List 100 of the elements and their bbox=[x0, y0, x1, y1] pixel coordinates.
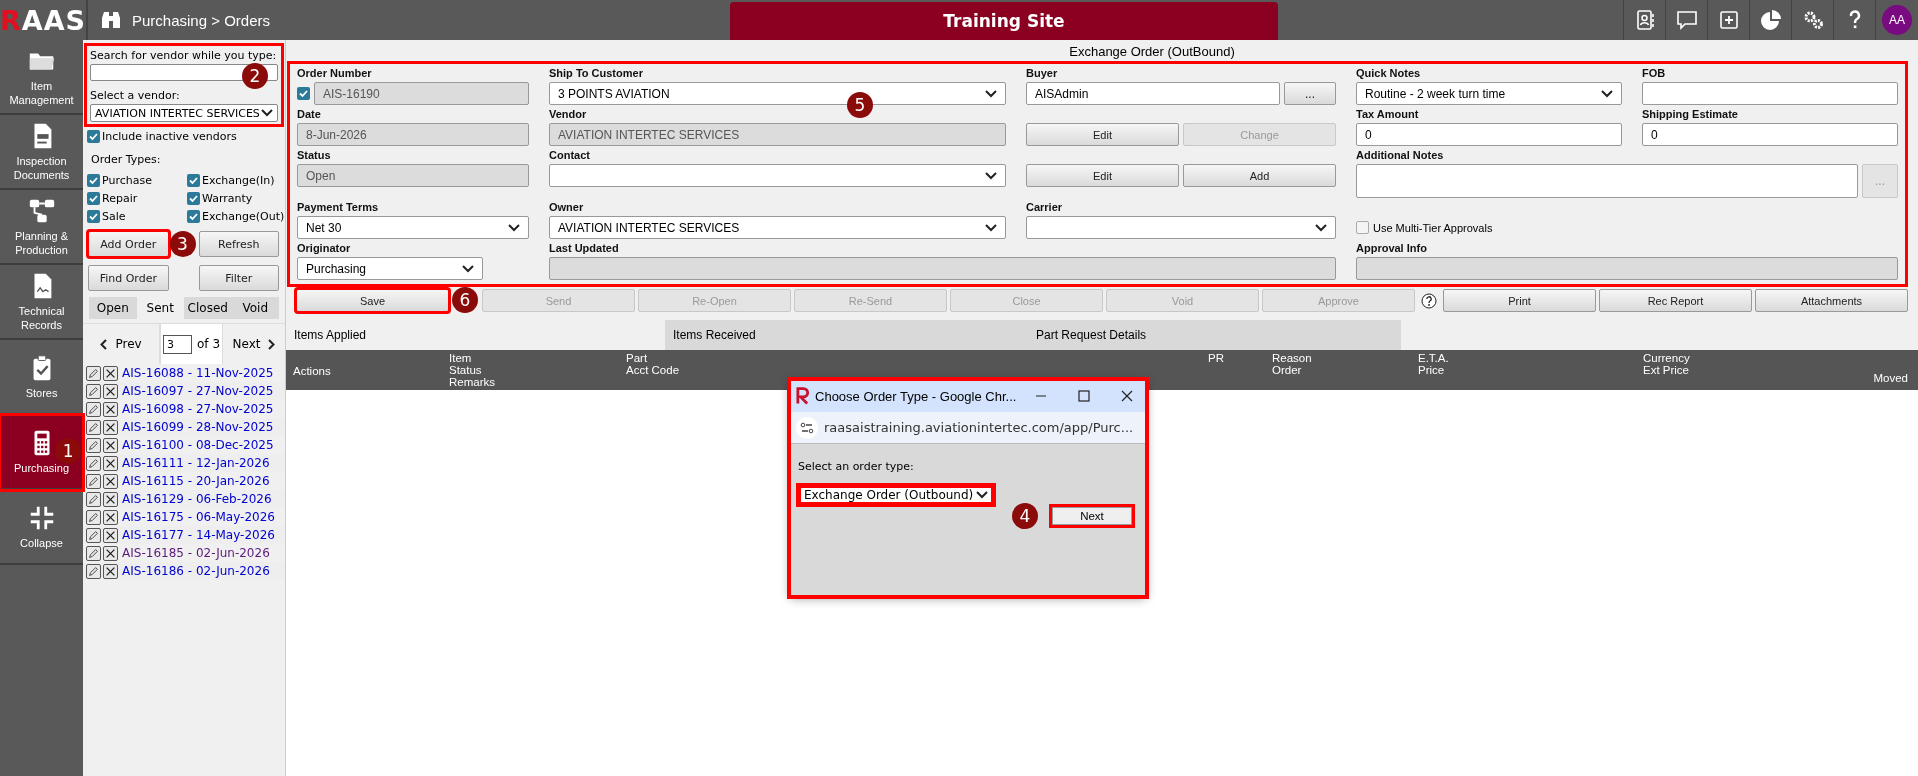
panel-button[interactable]: Add Order bbox=[88, 231, 169, 257]
pencil-icon[interactable] bbox=[86, 509, 102, 525]
chat-icon[interactable] bbox=[1675, 9, 1698, 31]
next-button[interactable]: Next bbox=[1052, 507, 1132, 525]
cross-icon[interactable] bbox=[103, 509, 119, 525]
cross-icon[interactable] bbox=[103, 455, 119, 471]
site-settings-icon[interactable] bbox=[796, 416, 818, 439]
pencil-icon[interactable] bbox=[86, 419, 102, 435]
order-link[interactable]: AIS-16175 - 06-May-2026 bbox=[120, 510, 275, 524]
order-link[interactable]: AIS-16097 - 27-Nov-2025 bbox=[120, 384, 274, 398]
vendor-search-field[interactable] bbox=[90, 64, 278, 81]
approval-info-field[interactable] bbox=[1356, 257, 1898, 280]
close-icon[interactable] bbox=[1121, 390, 1134, 402]
column-header: Currency bbox=[1643, 352, 1691, 364]
vendor-select[interactable]: AVIATION INTERTEC SERVICES bbox=[90, 104, 278, 122]
fob-field[interactable] bbox=[1642, 82, 1898, 105]
checkbox-label: Exchange(Out) bbox=[202, 210, 285, 223]
notes-field[interactable] bbox=[1356, 164, 1858, 198]
order-link[interactable]: AIS-16185 - 02-Jun-2026 bbox=[120, 546, 270, 560]
pie-chart-icon[interactable] bbox=[1759, 9, 1782, 31]
quick-notes-select[interactable]: Routine - 2 week turn time bbox=[1356, 82, 1622, 105]
checkbox[interactable] bbox=[87, 174, 101, 187]
order-link[interactable]: AIS-16177 - 14-May-2026 bbox=[120, 528, 275, 542]
contact-select[interactable] bbox=[549, 164, 1006, 187]
column-header: Price bbox=[1418, 364, 1446, 376]
report-button[interactable]: Attachments bbox=[1755, 289, 1908, 312]
buyer-field[interactable]: AISAdmin bbox=[1026, 82, 1280, 105]
shipping-estimate-field[interactable]: 0 bbox=[1642, 123, 1898, 146]
detail-tab[interactable]: Part Request Details bbox=[1028, 320, 1401, 350]
cross-icon[interactable] bbox=[103, 545, 119, 561]
order-link[interactable]: AIS-16098 - 27-Nov-2025 bbox=[120, 402, 274, 416]
prev-button[interactable]: Prev bbox=[100, 337, 142, 351]
form-button[interactable]: Edit bbox=[1026, 123, 1179, 146]
last-updated-field[interactable] bbox=[549, 257, 1336, 280]
cross-icon[interactable] bbox=[103, 563, 119, 579]
user-avatar[interactable]: AA bbox=[1882, 5, 1912, 35]
report-button[interactable]: Rec Report bbox=[1599, 289, 1752, 312]
site-banner: Training Site bbox=[730, 2, 1278, 40]
panel-button[interactable]: Refresh bbox=[198, 231, 279, 257]
date-field[interactable]: 8-Jun-2026 bbox=[297, 123, 529, 146]
cross-icon[interactable] bbox=[103, 473, 119, 489]
order-link[interactable]: AIS-16186 - 02-Jun-2026 bbox=[120, 564, 270, 578]
carrier-select[interactable] bbox=[1026, 216, 1336, 239]
step-badge: 1 bbox=[55, 438, 82, 464]
order-link[interactable]: AIS-16115 - 20-Jan-2026 bbox=[120, 474, 270, 488]
pencil-icon[interactable] bbox=[86, 491, 102, 507]
pencil-icon[interactable] bbox=[86, 563, 102, 579]
browse-button[interactable]: ... bbox=[1284, 82, 1336, 105]
checkbox[interactable] bbox=[1356, 221, 1369, 234]
payment-terms-select[interactable]: Net 30 bbox=[297, 216, 529, 239]
pencil-icon[interactable] bbox=[86, 527, 102, 543]
cross-icon[interactable] bbox=[103, 383, 119, 399]
pencil-icon[interactable] bbox=[86, 545, 102, 561]
checkbox[interactable] bbox=[297, 87, 310, 100]
nav-item[interactable]: Purchasing 1 bbox=[0, 415, 84, 490]
panel-button[interactable]: Filter bbox=[198, 265, 279, 291]
pencil-icon[interactable] bbox=[86, 401, 102, 417]
pencil-icon[interactable] bbox=[86, 473, 102, 489]
cross-icon[interactable] bbox=[103, 419, 119, 435]
add-icon[interactable] bbox=[1717, 9, 1740, 31]
maximize-icon[interactable] bbox=[1078, 390, 1091, 402]
field-label: Quick Notes bbox=[1356, 67, 1422, 80]
checkbox[interactable] bbox=[87, 192, 101, 205]
form-button[interactable]: Add bbox=[1183, 164, 1336, 187]
panel-button[interactable]: Find Order bbox=[88, 265, 169, 291]
cross-icon[interactable] bbox=[103, 491, 119, 507]
vendor-field[interactable]: AVIATION INTERTEC SERVICES bbox=[549, 123, 1006, 146]
status-tab[interactable]: Void bbox=[231, 297, 279, 319]
originator-select[interactable]: Purchasing bbox=[297, 257, 483, 280]
help-icon[interactable] bbox=[1421, 292, 1437, 309]
tax-amount-field[interactable]: 0 bbox=[1356, 123, 1622, 146]
detail-tab[interactable]: Items Received bbox=[665, 320, 1028, 350]
order-type-select[interactable]: Exchange Order (Outbound) bbox=[798, 485, 994, 505]
pencil-icon[interactable] bbox=[86, 383, 102, 399]
pencil-icon[interactable] bbox=[86, 365, 102, 381]
order-link[interactable]: AIS-16111 - 12-Jan-2026 bbox=[120, 456, 270, 470]
cross-icon[interactable] bbox=[103, 365, 119, 381]
report-button[interactable]: Print bbox=[1443, 289, 1596, 312]
page-number-field[interactable]: 3 bbox=[163, 334, 192, 354]
action-button[interactable]: Save bbox=[296, 289, 449, 312]
checkbox[interactable] bbox=[87, 130, 101, 143]
form-button[interactable]: Edit bbox=[1026, 164, 1179, 187]
order-number-field[interactable]: AIS-16190 bbox=[314, 82, 529, 105]
cross-icon[interactable] bbox=[103, 437, 119, 453]
checkbox-label: Purchase bbox=[102, 174, 152, 187]
checkbox[interactable] bbox=[187, 210, 201, 223]
owner-select[interactable]: AVIATION INTERTEC SERVICES bbox=[549, 216, 1006, 239]
status-tab[interactable]: Closed bbox=[184, 297, 232, 319]
pencil-icon[interactable] bbox=[86, 455, 102, 471]
cross-icon[interactable] bbox=[103, 401, 119, 417]
cross-icon[interactable] bbox=[103, 527, 119, 543]
status-tab[interactable]: Open bbox=[89, 297, 137, 319]
checkbox[interactable] bbox=[187, 174, 201, 187]
order-link[interactable]: AIS-16088 - 11-Nov-2025 bbox=[120, 366, 274, 380]
pencil-icon[interactable] bbox=[86, 437, 102, 453]
breadcrumb: Purchasing > Orders bbox=[132, 11, 270, 29]
checkbox[interactable] bbox=[187, 192, 201, 205]
status-field[interactable]: Open bbox=[297, 164, 529, 187]
order-link[interactable]: AIS-16100 - 08-Dec-2025 bbox=[120, 438, 274, 452]
checkbox[interactable] bbox=[87, 210, 101, 223]
